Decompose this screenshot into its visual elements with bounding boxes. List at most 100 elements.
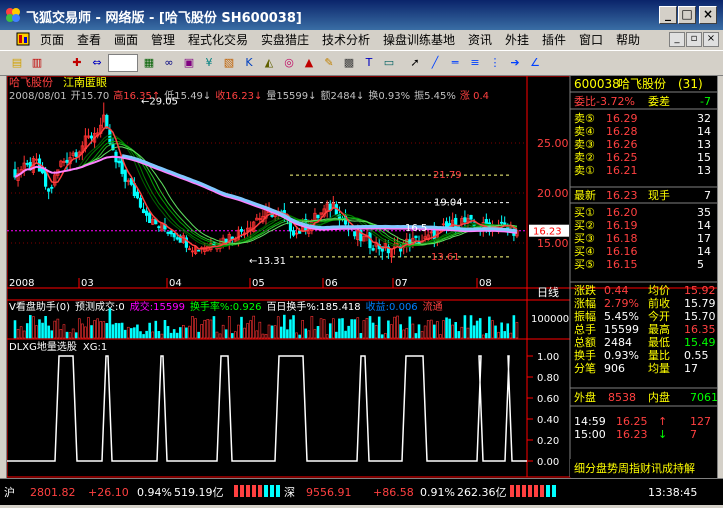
- bell-icon[interactable]: ▲: [300, 54, 318, 72]
- volume-bar: [494, 325, 497, 339]
- volume-bar: [261, 333, 265, 339]
- volume-bar: [445, 317, 448, 339]
- period-select[interactable]: [108, 54, 138, 72]
- system-menu-icon[interactable]: [16, 32, 30, 46]
- volume-bar: [500, 322, 503, 339]
- volume-bar: [227, 316, 231, 339]
- menu-item-4[interactable]: 程式化交易: [188, 31, 248, 48]
- volume-bar: [279, 326, 283, 339]
- breadth-bar: [240, 485, 244, 497]
- menu-item-6[interactable]: 技术分析: [322, 31, 370, 48]
- rsi-icon[interactable]: [48, 54, 66, 72]
- menu-item-10[interactable]: 插件: [542, 31, 566, 48]
- breadth-bar: [510, 485, 514, 497]
- volume-bar: [224, 329, 228, 339]
- volume-bar: [350, 319, 353, 339]
- stat-label: 前收: [648, 296, 670, 310]
- volume-bar: [96, 318, 99, 339]
- volume-bar: [384, 333, 387, 339]
- grid-icon[interactable]: ▦: [140, 54, 158, 72]
- gann-icon[interactable]: ∠: [526, 54, 544, 72]
- volume-bar: [307, 330, 311, 339]
- peak-annotation: ←29.05: [141, 97, 178, 108]
- layout-icon[interactable]: ▭: [380, 54, 398, 72]
- volume-bar: [451, 324, 454, 339]
- volume-bar: [417, 324, 421, 339]
- text-icon[interactable]: T: [360, 54, 378, 72]
- folder-icon[interactable]: ▤: [8, 54, 26, 72]
- volume-bar: [347, 325, 350, 339]
- target-icon[interactable]: ◎: [280, 54, 298, 72]
- bar-chart-icon[interactable]: ▥: [28, 54, 46, 72]
- volume-bar: [160, 333, 164, 339]
- menu-item-5[interactable]: 实盘猎庄: [261, 31, 309, 48]
- arrow-icon[interactable]: ➔: [506, 54, 524, 72]
- menu-item-7[interactable]: 操盘训练基地: [383, 31, 455, 48]
- volume-bar: [365, 318, 369, 339]
- indicator-axis-label: 0.40: [537, 415, 559, 426]
- stat-value: 2484: [604, 336, 632, 349]
- table-icon[interactable]: ▣: [180, 54, 198, 72]
- arrows-icon[interactable]: ⇔: [88, 54, 106, 72]
- volume-bar: [362, 320, 366, 339]
- candle-body: [444, 221, 449, 227]
- glasses-icon[interactable]: ∞: [160, 54, 178, 72]
- chart-canvas[interactable]: 哈飞股份 江南匿眼2008/08/01 开15.70 高16.35↑ 低15.49↓ 收1…: [6, 75, 718, 478]
- volume-bar: [234, 331, 237, 339]
- volume-bar: [454, 322, 458, 339]
- volume-bar: [515, 322, 519, 339]
- volume-bar: [335, 331, 338, 339]
- menu-item-3[interactable]: 管理: [151, 31, 175, 48]
- cross-icon[interactable]: ✚: [68, 54, 86, 72]
- chip-icon[interactable]: ▩: [340, 54, 358, 72]
- menu-item-1[interactable]: 查看: [77, 31, 101, 48]
- sell-volume: 14: [697, 125, 711, 138]
- volume-bar: [175, 332, 179, 339]
- volume-bar: [509, 332, 513, 339]
- close-button[interactable]: ×: [699, 6, 717, 24]
- mdi-minimize-button[interactable]: _: [669, 32, 685, 47]
- menu-item-2[interactable]: 画面: [114, 31, 138, 48]
- buy-volume: 14: [697, 219, 711, 232]
- fib-icon[interactable]: ⋮: [486, 54, 504, 72]
- minimize-button[interactable]: _: [659, 6, 677, 24]
- candle-body: [141, 209, 146, 214]
- menu-item-12[interactable]: 帮助: [616, 31, 640, 48]
- menu-item-9[interactable]: 外挂: [505, 31, 529, 48]
- sell-volume: 13: [697, 138, 711, 151]
- menu-item-0[interactable]: 页面: [40, 31, 64, 48]
- volume-bar: [163, 320, 167, 339]
- candle-body: [89, 135, 94, 139]
- mdi-restore-button[interactable]: ▫: [686, 32, 702, 47]
- candle-body: [291, 230, 296, 236]
- chart-icon[interactable]: ▧: [220, 54, 238, 72]
- period-label[interactable]: 日线: [537, 285, 559, 299]
- quote-code: 600038: [574, 77, 620, 91]
- candle-body: [148, 212, 152, 224]
- channel-icon[interactable]: ≡: [466, 54, 484, 72]
- mdi-close-button[interactable]: ×: [703, 32, 719, 47]
- pen-icon[interactable]: ✎: [320, 54, 338, 72]
- volume-bar: [429, 319, 433, 339]
- stat-value: 15.92: [684, 284, 716, 297]
- k-icon[interactable]: K: [240, 54, 258, 72]
- cursor-icon[interactable]: ➚: [406, 54, 424, 72]
- volume-bar: [405, 328, 409, 339]
- money-icon[interactable]: ¥: [200, 54, 218, 72]
- candle-body: [414, 235, 418, 239]
- volume-bar: [414, 333, 418, 339]
- sh-amount: 519.19亿: [174, 486, 224, 499]
- menu-item-11[interactable]: 窗口: [579, 31, 603, 48]
- menu-item-8[interactable]: 资讯: [468, 31, 492, 48]
- hline-icon[interactable]: ═: [446, 54, 464, 72]
- volume-bar: [353, 319, 357, 339]
- line-icon[interactable]: ╱: [426, 54, 444, 72]
- volume-bar: [215, 331, 219, 339]
- mountain-icon[interactable]: ◭: [260, 54, 278, 72]
- volume-bar: [264, 334, 268, 339]
- volume-bar: [243, 327, 246, 339]
- maximize-button[interactable]: □: [678, 6, 696, 24]
- volume-bar: [44, 316, 47, 339]
- candle-body: [166, 231, 170, 234]
- candle-body: [123, 169, 127, 182]
